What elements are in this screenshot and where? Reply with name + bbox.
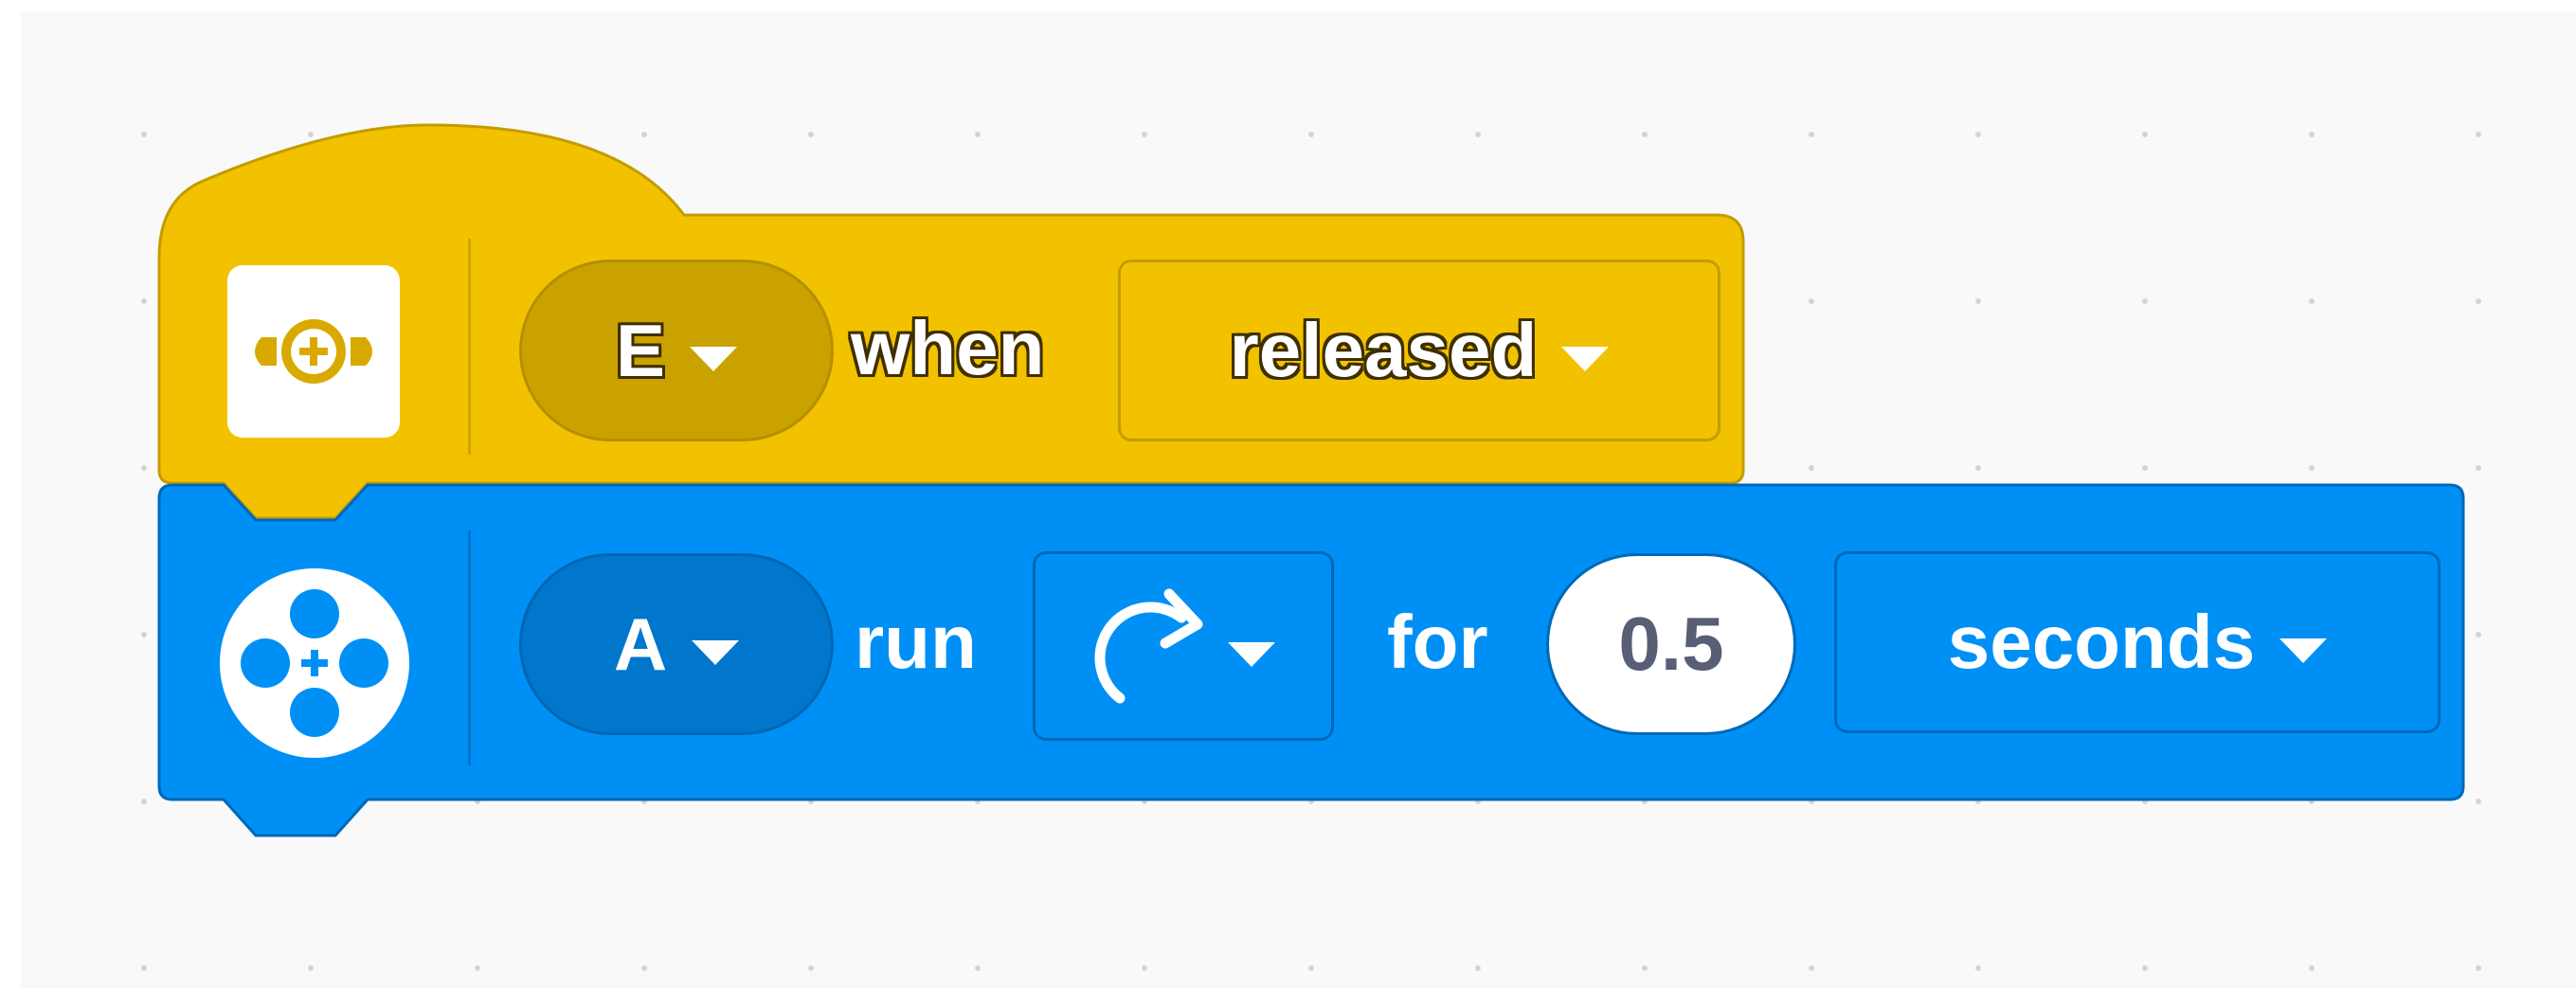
chevron-down-icon <box>2279 638 2328 663</box>
event-port-dropdown[interactable]: E <box>519 260 834 441</box>
chevron-down-icon <box>692 640 740 665</box>
motor-port-dropdown[interactable]: A <box>519 553 834 735</box>
clockwise-arrow-icon <box>1094 588 1203 704</box>
chevron-down-icon <box>1228 642 1275 667</box>
event-block-separator <box>468 239 471 455</box>
motor-amount-value: 0.5 <box>1618 602 1724 686</box>
force-sensor-icon-tile <box>227 265 400 438</box>
motor-icon-wrap <box>218 566 411 760</box>
motor-run-label: run <box>855 600 977 684</box>
block-stack <box>157 123 2465 837</box>
motor-unit-value: seconds <box>1947 600 2256 684</box>
motor-for-label: for <box>1387 600 1488 684</box>
force-sensor-icon <box>255 319 372 384</box>
event-when-label: when <box>851 306 1045 390</box>
motor-amount-input[interactable]: 0.5 <box>1546 553 1796 735</box>
motor-unit-dropdown[interactable]: seconds <box>1834 551 2441 733</box>
motor-icon <box>220 568 409 758</box>
chevron-down-icon <box>1561 347 1610 371</box>
motor-port-value: A <box>613 602 668 686</box>
event-state-dropdown[interactable]: released <box>1118 260 1720 441</box>
event-port-value: E <box>615 308 666 392</box>
motor-block-separator <box>468 530 471 765</box>
workspace-canvas[interactable]: E when released A run for 0.5 seconds <box>21 11 2576 988</box>
chevron-down-icon <box>690 347 738 371</box>
event-state-value: released <box>1229 308 1538 392</box>
motor-direction-dropdown[interactable] <box>1033 551 1334 741</box>
